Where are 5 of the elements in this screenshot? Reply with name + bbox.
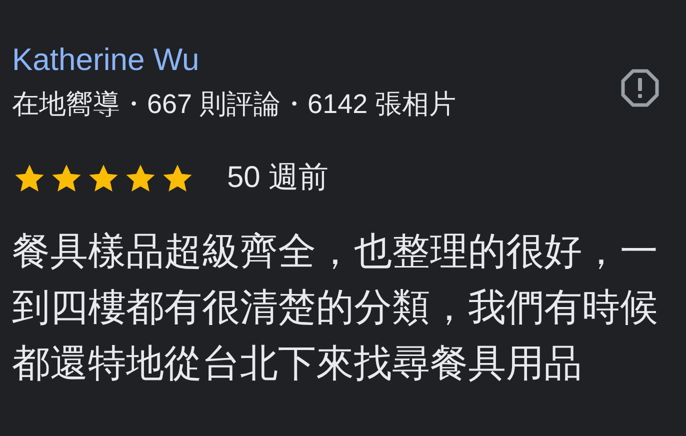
review-time: 50 週前 <box>227 160 329 196</box>
reviewer-name[interactable]: Katherine Wu <box>12 40 456 80</box>
review-text: 餐具樣品超級齊全，也整理的很好，一到四樓都有很清楚的分類，我們有時候都還特地從台北下來找尋餐具用品 <box>12 230 659 387</box>
report-icon[interactable] <box>620 68 660 108</box>
reviewer-stats: 在地嚮導・667 則評論・6142 張相片 <box>12 88 456 121</box>
